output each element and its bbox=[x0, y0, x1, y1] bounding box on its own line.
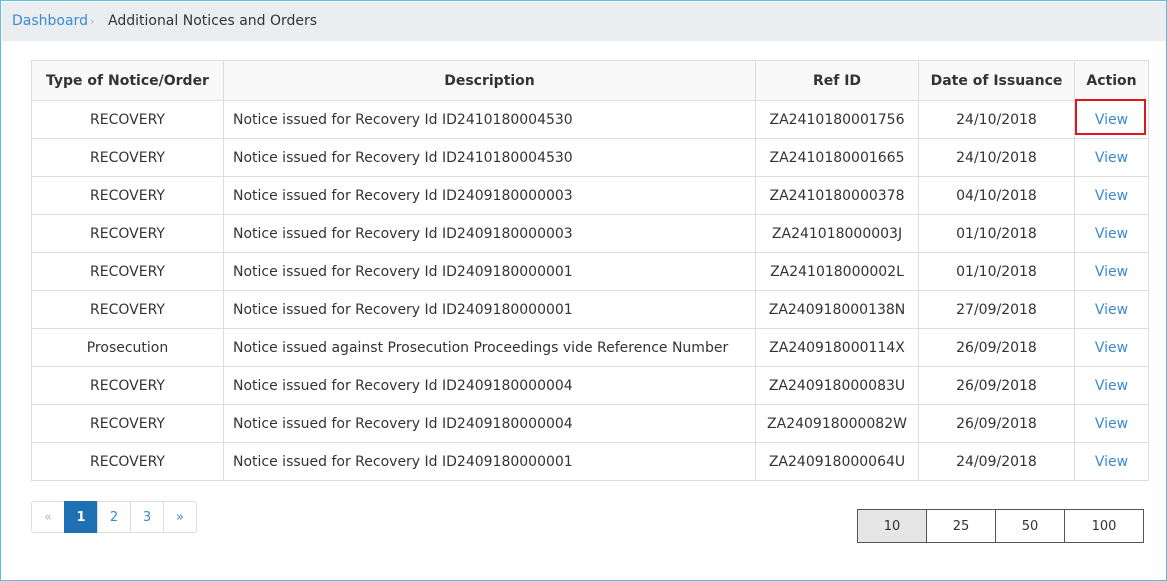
table-row: RECOVERY Notice issued for Recovery Id ID… bbox=[31, 290, 1149, 329]
cell-type: RECOVERY bbox=[31, 214, 224, 253]
cell-type: RECOVERY bbox=[31, 252, 224, 291]
notices-table: Type of Notice/Order Description Ref ID … bbox=[31, 60, 1149, 481]
cell-description: Notice issued for Recovery Id ID24091800… bbox=[223, 366, 756, 405]
cell-ref-id: ZA240918000082W bbox=[755, 404, 919, 443]
cell-type: RECOVERY bbox=[31, 366, 224, 405]
breadcrumb: Dashboard › Additional Notices and Order… bbox=[2, 2, 1166, 41]
cell-type: RECOVERY bbox=[31, 442, 224, 481]
table-row: RECOVERY Notice issued for Recovery Id ID… bbox=[31, 176, 1149, 215]
page-size-50[interactable]: 50 bbox=[995, 509, 1065, 543]
cell-date: 27/09/2018 bbox=[918, 290, 1075, 329]
pagination-next-button[interactable]: » bbox=[163, 501, 197, 533]
pagination-page-1[interactable]: 1 bbox=[64, 501, 98, 533]
cell-description: Notice issued for Recovery Id ID24091800… bbox=[223, 404, 756, 443]
cell-action: View bbox=[1074, 442, 1149, 481]
pagination: « 1 2 3 » bbox=[31, 501, 197, 533]
cell-date: 04/10/2018 bbox=[918, 176, 1075, 215]
cell-description: Notice issued for Recovery Id ID24091800… bbox=[223, 442, 756, 481]
cell-date: 01/10/2018 bbox=[918, 214, 1075, 253]
view-link[interactable]: View bbox=[1095, 454, 1128, 470]
cell-ref-id: ZA240918000064U bbox=[755, 442, 919, 481]
table-row: RECOVERY Notice issued for Recovery Id ID… bbox=[31, 100, 1149, 139]
breadcrumb-dashboard-link[interactable]: Dashboard bbox=[12, 2, 88, 41]
table-row: RECOVERY Notice issued for Recovery Id ID… bbox=[31, 404, 1149, 443]
cell-ref-id: ZA240918000138N bbox=[755, 290, 919, 329]
cell-action: View bbox=[1074, 290, 1149, 329]
pagination-prev-button[interactable]: « bbox=[31, 501, 65, 533]
breadcrumb-current: Additional Notices and Orders bbox=[108, 13, 318, 29]
page-size-100[interactable]: 100 bbox=[1064, 509, 1144, 543]
breadcrumb-separator: › bbox=[90, 15, 95, 28]
cell-ref-id: ZA240918000114X bbox=[755, 328, 919, 367]
table-row: Prosecution Notice issued against Prosecu… bbox=[31, 328, 1149, 367]
table-row: RECOVERY Notice issued for Recovery Id ID… bbox=[31, 214, 1149, 253]
cell-type: RECOVERY bbox=[31, 100, 224, 139]
page-size-selector: 10 25 50 100 bbox=[857, 509, 1144, 543]
cell-ref-id: ZA2410180001756 bbox=[755, 100, 919, 139]
header-ref-id: Ref ID bbox=[755, 60, 919, 101]
cell-date: 26/09/2018 bbox=[918, 366, 1075, 405]
cell-date: 24/10/2018 bbox=[918, 138, 1075, 177]
cell-date: 24/09/2018 bbox=[918, 442, 1075, 481]
cell-action: View bbox=[1074, 176, 1149, 215]
view-link[interactable]: View bbox=[1095, 226, 1128, 242]
cell-type: RECOVERY bbox=[31, 404, 224, 443]
cell-ref-id: ZA2410180000378 bbox=[755, 176, 919, 215]
cell-ref-id: ZA2410180001665 bbox=[755, 138, 919, 177]
header-date: Date of Issuance bbox=[918, 60, 1075, 101]
cell-action: View bbox=[1074, 404, 1149, 443]
cell-description: Notice issued for Recovery Id ID24091800… bbox=[223, 176, 756, 215]
view-link[interactable]: View bbox=[1095, 264, 1128, 280]
table-row: RECOVERY Notice issued for Recovery Id ID… bbox=[31, 366, 1149, 405]
view-link[interactable]: View bbox=[1095, 188, 1128, 204]
header-description: Description bbox=[223, 60, 756, 101]
table-row: RECOVERY Notice issued for Recovery Id ID… bbox=[31, 138, 1149, 177]
cell-description: Notice issued for Recovery Id ID24091800… bbox=[223, 252, 756, 291]
pagination-page-2[interactable]: 2 bbox=[97, 501, 131, 533]
cell-action: View bbox=[1074, 366, 1149, 405]
cell-date: 26/09/2018 bbox=[918, 328, 1075, 367]
cell-type: Prosecution bbox=[31, 328, 224, 367]
table-row: RECOVERY Notice issued for Recovery Id ID… bbox=[31, 442, 1149, 481]
cell-ref-id: ZA240918000083U bbox=[755, 366, 919, 405]
view-link[interactable]: View bbox=[1095, 340, 1128, 356]
cell-type: RECOVERY bbox=[31, 138, 224, 177]
cell-description: Notice issued for Recovery Id ID24101800… bbox=[223, 138, 756, 177]
page-size-25[interactable]: 25 bbox=[926, 509, 996, 543]
cell-date: 26/09/2018 bbox=[918, 404, 1075, 443]
cell-ref-id: ZA241018000003J bbox=[755, 214, 919, 253]
cell-ref-id: ZA241018000002L bbox=[755, 252, 919, 291]
cell-description: Notice issued for Recovery Id ID24091800… bbox=[223, 214, 756, 253]
view-link[interactable]: View bbox=[1095, 378, 1128, 394]
pagination-page-3[interactable]: 3 bbox=[130, 501, 164, 533]
view-link[interactable]: View bbox=[1095, 150, 1128, 166]
cell-type: RECOVERY bbox=[31, 176, 224, 215]
cell-action: View bbox=[1074, 138, 1149, 177]
cell-description: Notice issued for Recovery Id ID24091800… bbox=[223, 290, 756, 329]
cell-action: View bbox=[1074, 328, 1149, 367]
cell-description: Notice issued for Recovery Id ID24101800… bbox=[223, 100, 756, 139]
cell-action: View bbox=[1074, 214, 1149, 253]
header-action: Action bbox=[1074, 60, 1149, 101]
table-row: RECOVERY Notice issued for Recovery Id ID… bbox=[31, 252, 1149, 291]
table-header-row: Type of Notice/Order Description Ref ID … bbox=[31, 60, 1149, 101]
view-link[interactable]: View bbox=[1095, 112, 1128, 128]
cell-type: RECOVERY bbox=[31, 290, 224, 329]
cell-date: 24/10/2018 bbox=[918, 100, 1075, 139]
cell-description: Notice issued against Prosecution Procee… bbox=[223, 328, 756, 367]
view-link[interactable]: View bbox=[1095, 302, 1128, 318]
page-size-10[interactable]: 10 bbox=[857, 509, 927, 543]
cell-action: View bbox=[1074, 252, 1149, 291]
cell-action: View bbox=[1074, 100, 1149, 139]
view-link[interactable]: View bbox=[1095, 416, 1128, 432]
header-type: Type of Notice/Order bbox=[31, 60, 224, 101]
cell-date: 01/10/2018 bbox=[918, 252, 1075, 291]
